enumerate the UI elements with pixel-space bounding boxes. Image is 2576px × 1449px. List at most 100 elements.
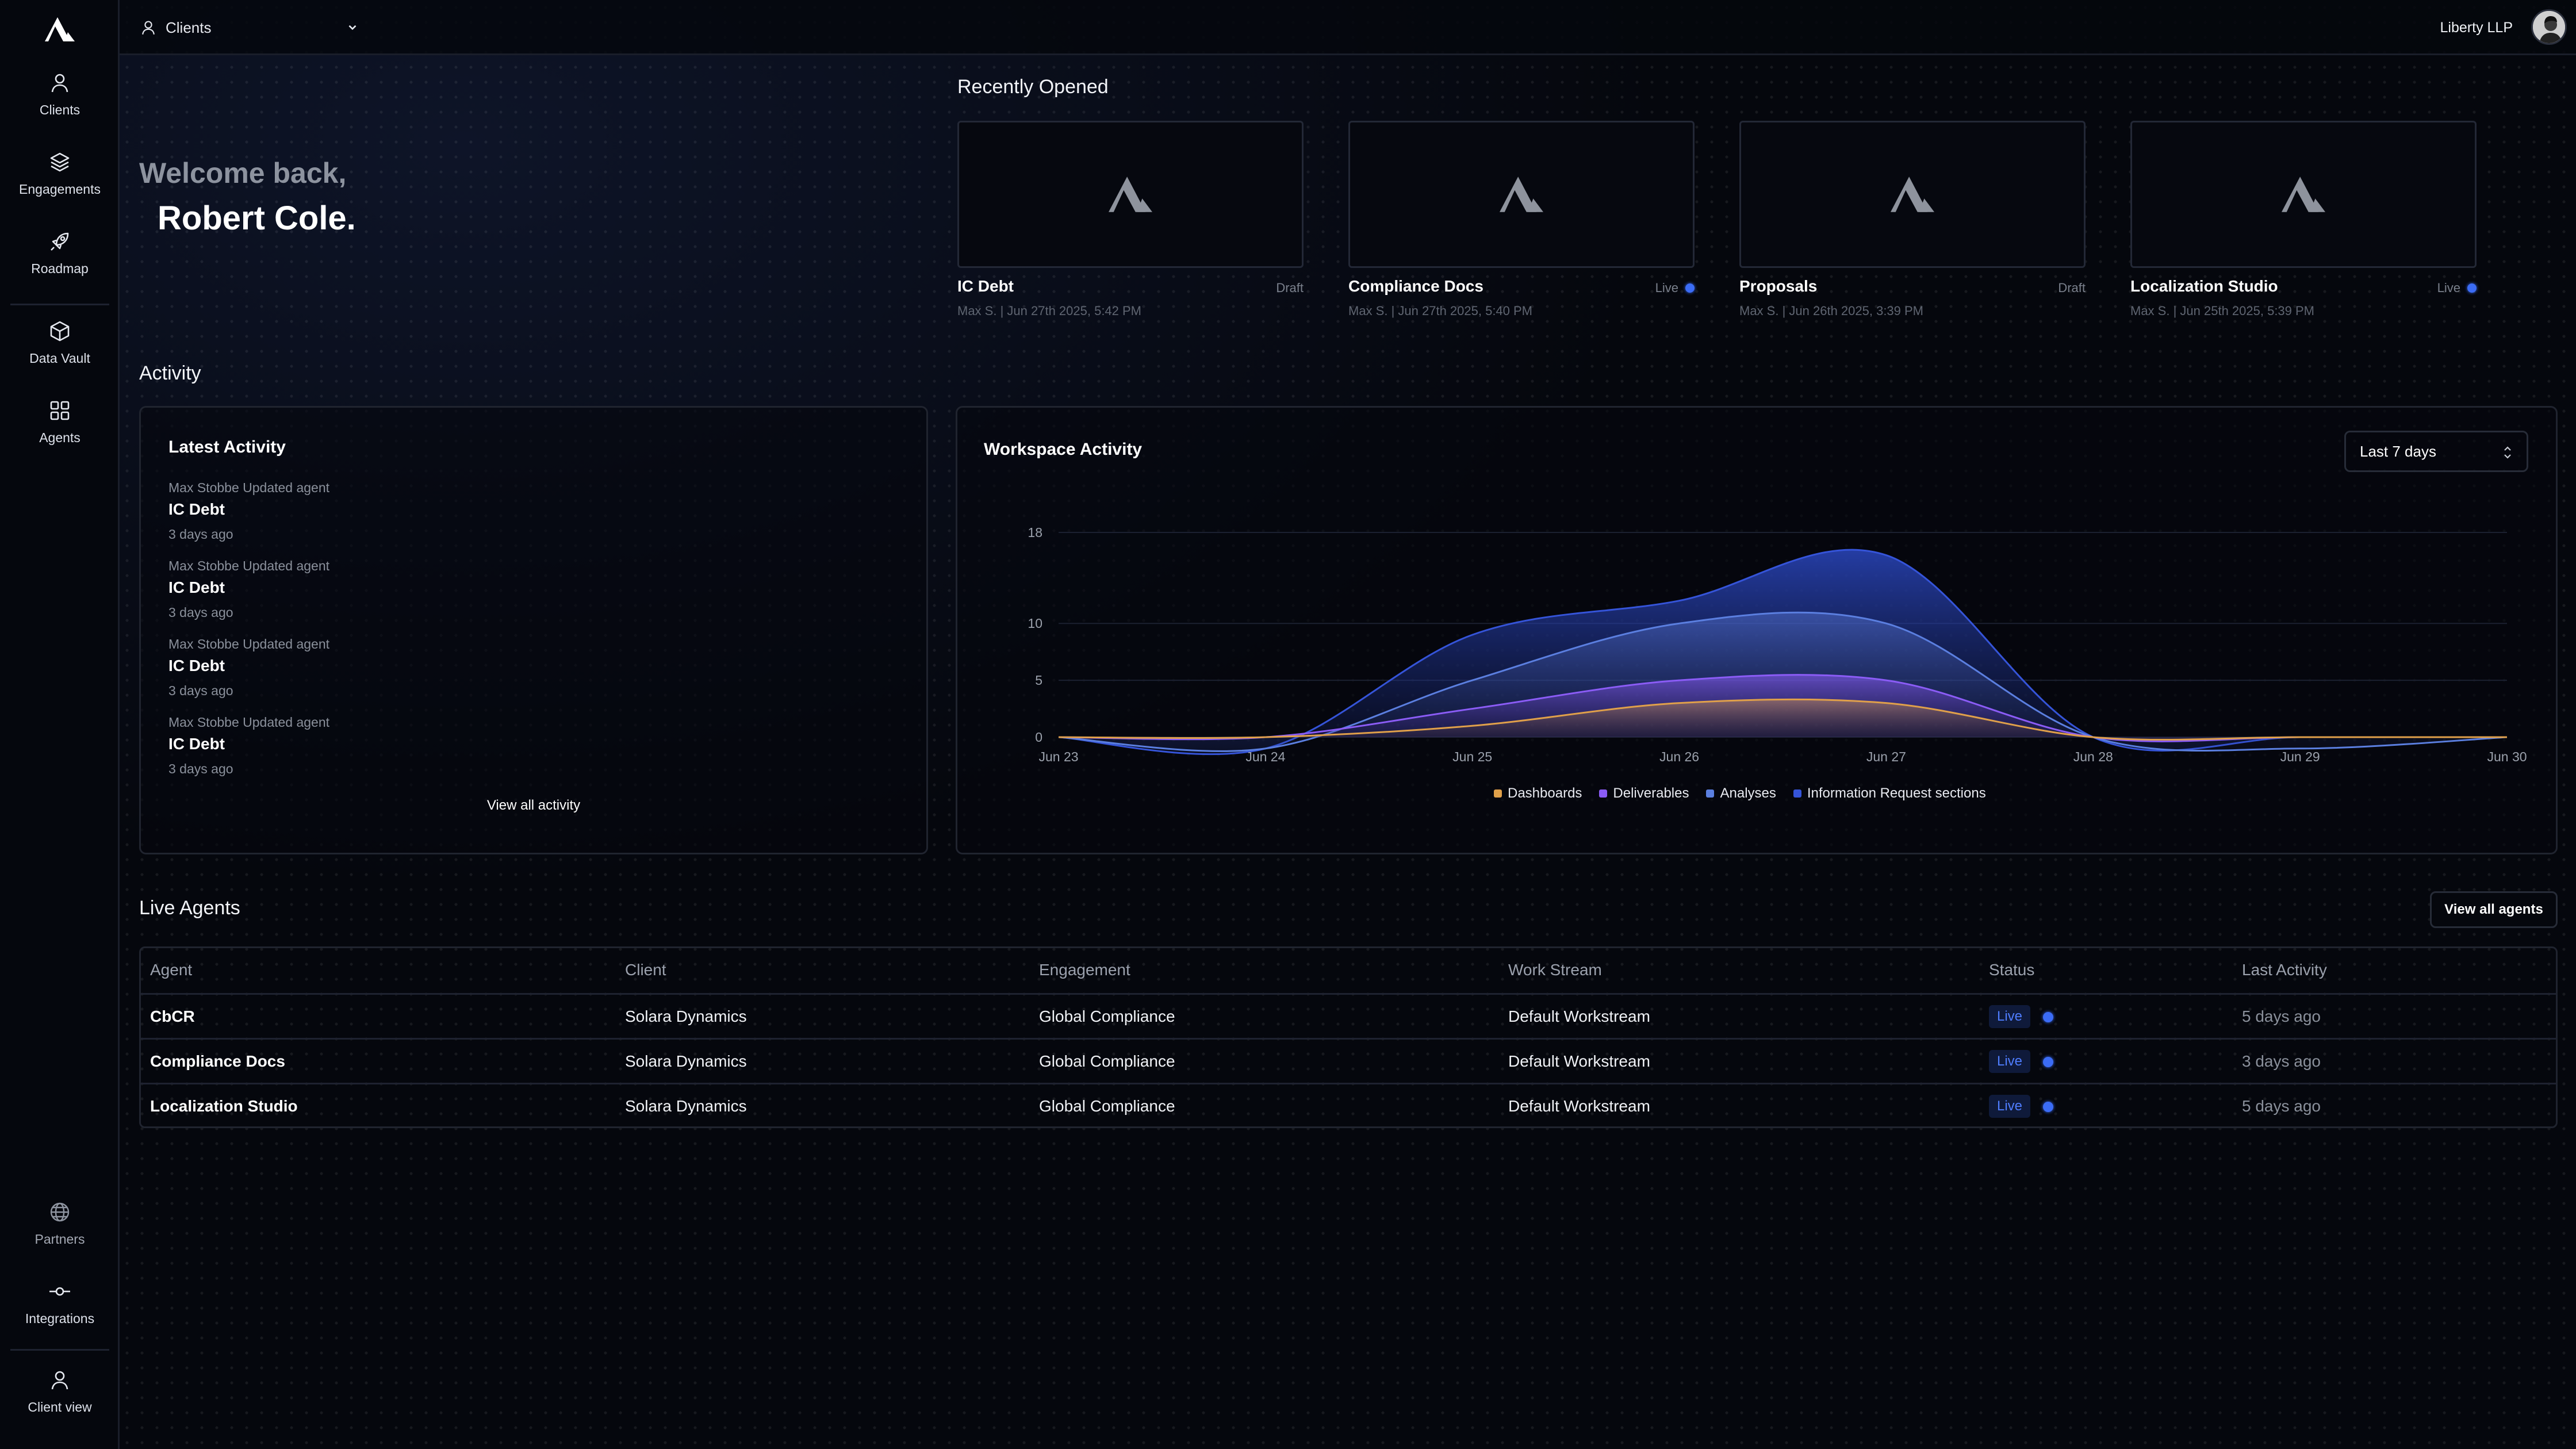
table-row[interactable]: Localization Studio Solara Dynamics Glob… [141, 1083, 2556, 1126]
sidebar-item-data-vault[interactable]: Data Vault [0, 320, 120, 366]
recent-card-name: Proposals [1739, 277, 1818, 295]
activity-target: IC Debt [168, 578, 225, 596]
legend-item-analyses[interactable]: Analyses [1706, 785, 1776, 802]
sidebar-item-client-view[interactable]: Client view [0, 1368, 120, 1415]
activity-time: 3 days ago [168, 761, 233, 776]
cell-agent[interactable]: CbCR [150, 1007, 195, 1026]
sidebar-item-label: Roadmap [31, 261, 89, 276]
app-logo-icon [1109, 177, 1152, 212]
grid-icon [50, 401, 70, 420]
sidebar-item-integrations[interactable]: Integrations [0, 1280, 120, 1327]
activity-item[interactable]: Max Stobbe Updated agent IC Debt 3 days … [168, 558, 329, 620]
activity-actor: Max Stobbe Updated agent [168, 558, 330, 573]
activity-item[interactable]: Max Stobbe Updated agent IC Debt 3 days … [168, 637, 329, 699]
live-agents-table: Agent Client Engagement Work Stream Stat… [139, 946, 2558, 1128]
user-icon [51, 1371, 68, 1390]
sidebar-item-roadmap[interactable]: Roadmap [0, 230, 120, 277]
client-selector[interactable]: Clients [140, 16, 359, 39]
live-status-dot [2043, 1057, 2053, 1067]
view-all-agents-button[interactable]: View all agents [2430, 891, 2558, 928]
status-label: Live [2437, 281, 2460, 295]
x-tick-label: Jun 26 [1659, 749, 1699, 764]
live-status-dot [1685, 283, 1695, 293]
column-header-status[interactable]: Status [1989, 961, 2034, 979]
view-all-activity-link[interactable]: View all activity [141, 798, 926, 814]
sidebar-item-label: Clients [39, 102, 80, 117]
x-tick-label: Jun 28 [2073, 749, 2113, 764]
activity-item[interactable]: Max Stobbe Updated agent IC Debt 3 days … [168, 480, 329, 542]
x-tick-label: Jun 24 [1245, 749, 1285, 764]
table-row[interactable]: CbCR Solara Dynamics Global Compliance D… [141, 993, 2556, 1038]
activity-actor: Max Stobbe Updated agent [168, 715, 330, 730]
sidebar-item-partners[interactable]: Partners [0, 1201, 120, 1247]
series-area-dashboards [1059, 699, 2507, 740]
cell-last-activity: 3 days ago [2242, 1052, 2321, 1070]
legend-item-deliverables[interactable]: Deliverables [1599, 785, 1689, 802]
date-range-select[interactable]: Last 7 days [2344, 431, 2528, 472]
sidebar-item-label: Data Vault [29, 351, 90, 366]
welcome-user-name: Robert Cole. [158, 200, 356, 237]
recent-thumbnail[interactable] [957, 121, 1304, 268]
commit-icon [49, 1287, 70, 1296]
top-bar: Clients Liberty LLP [120, 0, 2576, 55]
x-tick-label: Jun 27 [1866, 749, 1906, 764]
org-name[interactable]: Liberty LLP [2440, 20, 2513, 36]
x-tick-label: Jun 23 [1038, 749, 1078, 764]
recent-card[interactable]: Compliance Docs Live Max S. | Jun 27th 2… [1348, 121, 1695, 318]
column-header-client[interactable]: Client [625, 961, 666, 979]
sidebar: Clients Engagements Roadmap Data Vault A… [0, 0, 120, 1449]
status-badge: Live [1989, 1050, 2031, 1073]
legend-item-dashboards[interactable]: Dashboards [1494, 785, 1582, 802]
cell-agent[interactable]: Compliance Docs [150, 1052, 285, 1071]
legend-label: Dashboards [1508, 785, 1582, 801]
cell-last-activity: 5 days ago [2242, 1097, 2321, 1115]
cell-engagement: Global Compliance [1039, 1052, 1175, 1070]
latest-activity-panel: Latest Activity Max Stobbe Updated agent… [139, 406, 928, 854]
recent-card[interactable]: IC Debt Draft Max S. | Jun 27th 2025, 5:… [957, 121, 1304, 318]
recent-card-name: Compliance Docs [1348, 277, 1483, 295]
recent-card[interactable]: Proposals Draft Max S. | Jun 26th 2025, … [1739, 121, 2086, 318]
sidebar-item-agents[interactable]: Agents [0, 399, 120, 446]
activity-item[interactable]: Max Stobbe Updated agent IC Debt 3 days … [168, 715, 329, 777]
activity-time: 3 days ago [168, 683, 233, 698]
cell-client: Solara Dynamics [625, 1007, 747, 1025]
welcome-greeting: Welcome back, [139, 157, 347, 189]
rocket-icon [51, 232, 69, 251]
column-header-work-stream[interactable]: Work Stream [1508, 961, 1602, 979]
activity-target: IC Debt [168, 735, 225, 753]
column-header-engagement[interactable]: Engagement [1039, 961, 1130, 979]
globe-icon [50, 1202, 70, 1222]
recent-card[interactable]: Localization Studio Live Max S. | Jun 25… [2130, 121, 2477, 318]
cell-agent[interactable]: Localization Studio [150, 1097, 298, 1116]
date-range-value: Last 7 days [2360, 442, 2436, 460]
status-badge: Live [1989, 1095, 2031, 1118]
recent-card-status: Draft [2058, 281, 2086, 296]
workspace-activity-chart: 0 5 10 18 Jun 23 Jun 24 Jun 25 Jun 26 Jun 27 Jun … [1028, 525, 2527, 764]
recent-thumbnail[interactable] [1739, 121, 2086, 268]
live-status-dot [2043, 1102, 2053, 1112]
app-logo-icon [1891, 177, 1934, 212]
app-logo-icon[interactable] [45, 17, 75, 41]
recent-card-status: Draft [1276, 281, 1304, 296]
column-header-last-activity[interactable]: Last Activity [2242, 961, 2327, 979]
live-status-dot [2043, 1012, 2053, 1022]
table-row[interactable]: Compliance Docs Solara Dynamics Global C… [141, 1038, 2556, 1083]
recent-card-status: Live [2437, 281, 2477, 296]
recent-thumbnail[interactable] [2130, 121, 2477, 268]
user-icon [51, 74, 68, 93]
sidebar-divider [10, 1349, 109, 1351]
legend-item-information-request-sections[interactable]: Information Request sections [1793, 785, 1986, 802]
sidebar-item-engagements[interactable]: Engagements [0, 151, 120, 197]
app-root: Clients Engagements Roadmap Data Vault A… [0, 0, 2576, 1449]
client-selector-label: Clients [166, 18, 212, 36]
legend-label: Analyses [1720, 785, 1776, 801]
recent-card-name: Localization Studio [2130, 277, 2278, 295]
activity-time: 3 days ago [168, 605, 233, 620]
cell-last-activity: 5 days ago [2242, 1007, 2321, 1025]
avatar[interactable] [2531, 9, 2567, 45]
sidebar-item-clients[interactable]: Clients [0, 71, 120, 118]
recent-thumbnail[interactable] [1348, 121, 1695, 268]
status-badge: Live [1989, 1005, 2031, 1028]
column-header-agent[interactable]: Agent [150, 961, 192, 979]
sidebar-item-label: Engagements [19, 182, 101, 197]
